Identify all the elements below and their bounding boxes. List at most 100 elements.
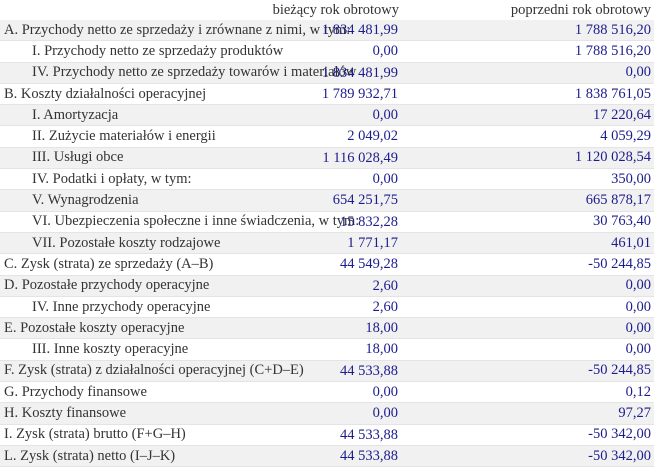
- table-row: I. Zysk (strata) brutto (F+G–H) 44 533,88…: [0, 424, 654, 446]
- income-statement-table: bieżący rok obrotowy poprzedni rok obrot…: [0, 0, 654, 468]
- row-label-text: H. Koszty finansowe: [4, 404, 127, 421]
- row-label-text: VI. Ubezpieczenia społeczne i inne świad…: [32, 213, 360, 230]
- table-row: L. Zysk (strata) netto (I–J–K) 44 533,88-…: [0, 445, 654, 468]
- previous-year-value: 1 120 028,54: [401, 147, 654, 170]
- table-row: H. Koszty finansowe 0,00 97,27: [0, 402, 654, 425]
- current-year-value: 0,00: [372, 405, 398, 422]
- row-label: H. Koszty finansowe 0,00: [0, 402, 400, 425]
- current-year-value: 18,00: [365, 320, 398, 337]
- current-year-value: 2,60: [372, 298, 398, 315]
- table-row: VII. Pozostałe koszty rodzajowe 1 771,17 4…: [0, 232, 654, 255]
- row-label-text: I. Amortyzacja: [32, 106, 119, 123]
- row-label: L. Zysk (strata) netto (I–J–K) 44 533,88: [0, 445, 400, 468]
- previous-year-value: 0,00: [401, 275, 654, 297]
- current-year-value: 44 549,28: [340, 256, 398, 273]
- row-label-text: D. Pozostałe przychody operacyjne: [4, 277, 210, 294]
- table-row: III. Inne koszty operacyjne 18,00 0,00: [0, 338, 654, 361]
- current-year-value: 44 533,88: [340, 426, 398, 443]
- row-label: I. Przychody netto ze sprzedaży produktó…: [0, 40, 400, 63]
- previous-year-value: -50 342,00: [401, 424, 654, 446]
- row-label-text: E. Pozostałe koszty operacyjne: [4, 319, 185, 336]
- previous-year-value: -50 244,85: [401, 253, 654, 276]
- previous-year-value: -50 244,85: [401, 360, 654, 383]
- header-previous-year: poprzedni rok obrotowy: [510, 1, 651, 18]
- previous-year-value: 0,00: [401, 296, 654, 319]
- previous-year-value: 0,00: [401, 317, 654, 340]
- previous-year-value: 0,12: [401, 381, 654, 404]
- previous-year-value: 30 763,40: [401, 211, 654, 233]
- row-label: III. Inne koszty operacyjne 18,00: [0, 338, 400, 361]
- previous-year-value: 1 788 516,20: [401, 40, 654, 63]
- row-label: D. Pozostałe przychody operacyjne 2,60: [0, 275, 400, 297]
- row-label: VII. Pozostałe koszty rodzajowe 1 771,17: [0, 232, 400, 255]
- current-year-value: 0,00: [372, 171, 398, 188]
- table-row: F. Zysk (strata) z działalności operacyj…: [0, 360, 654, 383]
- row-label-text: I. Zysk (strata) brutto (F+G–H): [4, 426, 186, 443]
- row-label-text: II. Zużycie materiałów i energii: [32, 128, 216, 145]
- table-row: IV. Podatki i opłaty, w tym: 0,00 350,00: [0, 168, 654, 191]
- table-row: E. Pozostałe koszty operacyjne 18,00 0,00: [0, 317, 654, 340]
- table-row: III. Usługi obce 1 116 028,49 1 120 028,54: [0, 147, 654, 170]
- current-year-value: 18,00: [365, 341, 398, 358]
- row-label-text: L. Zysk (strata) netto (I–J–K): [4, 447, 176, 464]
- table-row: D. Pozostałe przychody operacyjne 2,60 0,0…: [0, 275, 654, 297]
- table-row: V. Wynagrodzenia 654 251,75 665 878,17: [0, 189, 654, 212]
- previous-year-value: 17 220,64: [401, 104, 654, 127]
- table-row: IV. Przychody netto ze sprzedaży towarów…: [0, 62, 654, 84]
- table-row: VI. Ubezpieczenia społeczne i inne świad…: [0, 211, 654, 233]
- row-label: E. Pozostałe koszty operacyjne 18,00: [0, 317, 400, 340]
- current-year-value: 44 533,88: [340, 447, 398, 464]
- current-year-value: 1 789 932,71: [321, 85, 398, 102]
- row-label-text: IV. Przychody netto ze sprzedaży towarów…: [32, 64, 357, 81]
- row-label-text: A. Przychody netto ze sprzedaży i zrówna…: [4, 21, 351, 38]
- row-label-text: IV. Podatki i opłaty, w tym:: [32, 170, 192, 187]
- row-label: IV. Przychody netto ze sprzedaży towarów…: [0, 62, 400, 84]
- row-label: IV. Inne przychody operacyjne 2,60: [0, 296, 400, 319]
- row-label-text: III. Inne koszty operacyjne: [32, 341, 189, 358]
- previous-year-value: 461,01: [401, 232, 654, 255]
- row-label-text: I. Przychody netto ze sprzedaży produktó…: [32, 42, 284, 59]
- row-label: V. Wynagrodzenia 654 251,75: [0, 189, 400, 212]
- row-label: I. Zysk (strata) brutto (F+G–H) 44 533,88: [0, 424, 400, 446]
- current-year-value: 654 251,75: [332, 192, 398, 209]
- row-label: B. Koszty działalności operacyjnej 1 789 …: [0, 83, 400, 106]
- previous-year-value: 4 059,29: [401, 125, 654, 148]
- previous-year-value: 0,00: [401, 338, 654, 361]
- row-label: IV. Podatki i opłaty, w tym: 0,00: [0, 168, 400, 191]
- previous-year-value: -50 342,00: [401, 445, 654, 468]
- header-current-year-text: bieżący rok obrotowy: [272, 2, 399, 18]
- row-label: C. Zysk (strata) ze sprzedaży (A–B) 44 54…: [0, 253, 400, 276]
- current-year-value: 1 771,17: [347, 234, 398, 251]
- header-row: bieżący rok obrotowy poprzedni rok obrot…: [0, 0, 654, 20]
- current-year-value: 1 834 481,99: [321, 64, 398, 81]
- table-row: A. Przychody netto ze sprzedaży i zrówna…: [0, 20, 654, 42]
- previous-year-value: 350,00: [401, 168, 654, 191]
- row-label: F. Zysk (strata) z działalności operacyj…: [0, 360, 400, 383]
- table-row: G. Przychody finansowe 0,00 0,12: [0, 381, 654, 404]
- current-year-value: 2,60: [372, 277, 398, 294]
- current-year-value: 0,00: [372, 384, 398, 401]
- row-label: I. Amortyzacja 0,00: [0, 104, 400, 127]
- previous-year-value: 0,00: [401, 62, 654, 84]
- table-row: C. Zysk (strata) ze sprzedaży (A–B) 44 54…: [0, 253, 654, 276]
- row-label: A. Przychody netto ze sprzedaży i zrówna…: [0, 20, 400, 42]
- row-label-text: F. Zysk (strata) z działalności operacyj…: [4, 362, 304, 379]
- row-label: II. Zużycie materiałów i energii 2 049,02: [0, 125, 400, 148]
- row-label-text: C. Zysk (strata) ze sprzedaży (A–B): [4, 255, 214, 272]
- table-row: II. Zużycie materiałów i energii 2 049,02…: [0, 125, 654, 148]
- table-row: I. Amortyzacja 0,00 17 220,64: [0, 104, 654, 127]
- row-label: III. Usługi obce 1 116 028,49: [0, 147, 400, 170]
- row-label-text: V. Wynagrodzenia: [32, 192, 139, 209]
- current-year-value: 44 533,88: [340, 362, 398, 379]
- row-label: G. Przychody finansowe 0,00: [0, 381, 400, 404]
- row-label-text: B. Koszty działalności operacyjnej: [4, 85, 207, 102]
- current-year-value: 1 116 028,49: [322, 149, 398, 166]
- row-label-text: VII. Pozostałe koszty rodzajowe: [32, 234, 221, 251]
- current-year-value: 1 834 481,99: [321, 22, 398, 38]
- table-row: I. Przychody netto ze sprzedaży produktó…: [0, 40, 654, 63]
- previous-year-value: 1 838 761,05: [401, 83, 654, 106]
- row-label-text: IV. Inne przychody operacyjne: [32, 298, 211, 315]
- row-label-text: G. Przychody finansowe: [4, 383, 147, 400]
- header-current-year: bieżący rok obrotowy: [273, 0, 401, 20]
- current-year-value: 15 832,28: [340, 213, 398, 230]
